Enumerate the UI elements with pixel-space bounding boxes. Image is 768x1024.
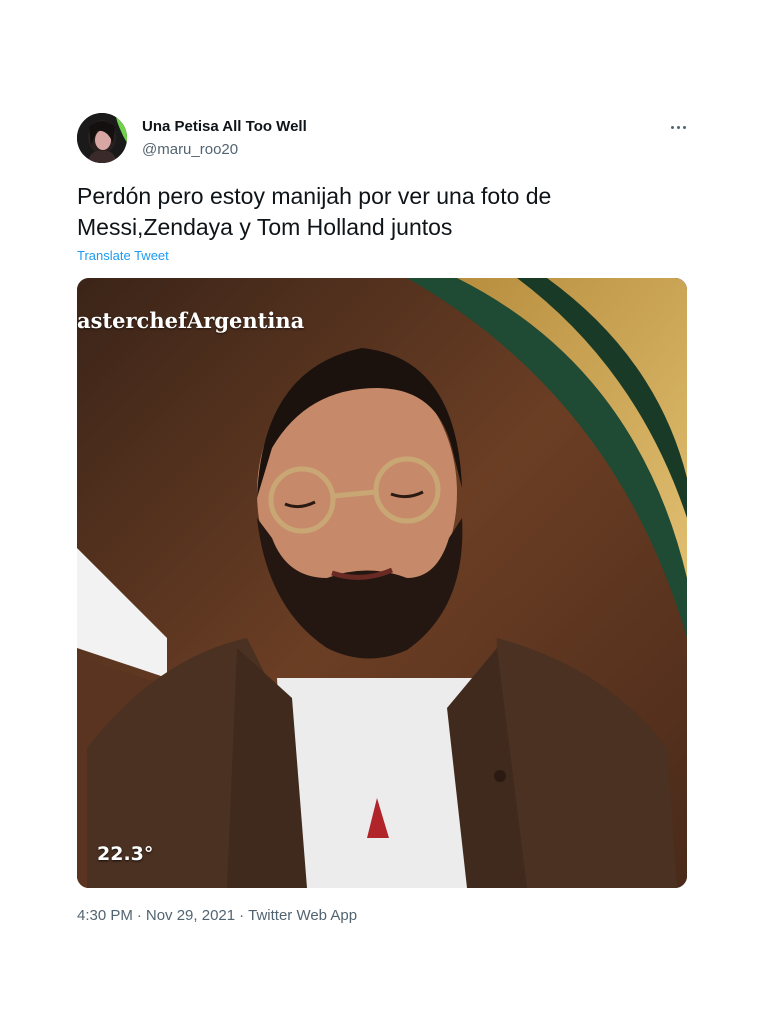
tweet-meta: 4:30 PM · Nov 29, 2021 · Twitter Web App: [77, 907, 357, 924]
media-photo: [77, 278, 687, 888]
meta-separator: ·: [239, 907, 245, 924]
tweet-media[interactable]: asterchefArgentina 22.3°: [77, 278, 687, 888]
avatar-image: [77, 113, 127, 163]
tweet-text: Perdón pero estoy manijah por ver una fo…: [77, 181, 697, 243]
tweet-text-line: Perdón pero estoy manijah por ver una fo…: [77, 183, 552, 209]
more-options-icon[interactable]: [664, 115, 692, 139]
author-name[interactable]: Una Petisa All Too Well: [142, 118, 307, 135]
tweet-text-line: Messi,Zendaya y Tom Holland juntos: [77, 214, 453, 240]
translate-tweet-link[interactable]: Translate Tweet: [77, 248, 169, 263]
meta-separator: ·: [136, 907, 142, 924]
media-temperature-label: 22.3°: [97, 843, 154, 865]
tweet-time[interactable]: 4:30 PM: [77, 907, 133, 924]
tweet-source-link[interactable]: Twitter Web App: [248, 907, 357, 924]
tweet-date[interactable]: Nov 29, 2021: [146, 907, 235, 924]
tweet: Una Petisa All Too Well @maru_roo20 Perd…: [0, 0, 768, 1024]
author-handle[interactable]: @maru_roo20: [142, 141, 238, 158]
media-watermark: asterchefArgentina: [77, 308, 305, 333]
avatar[interactable]: [77, 113, 127, 163]
